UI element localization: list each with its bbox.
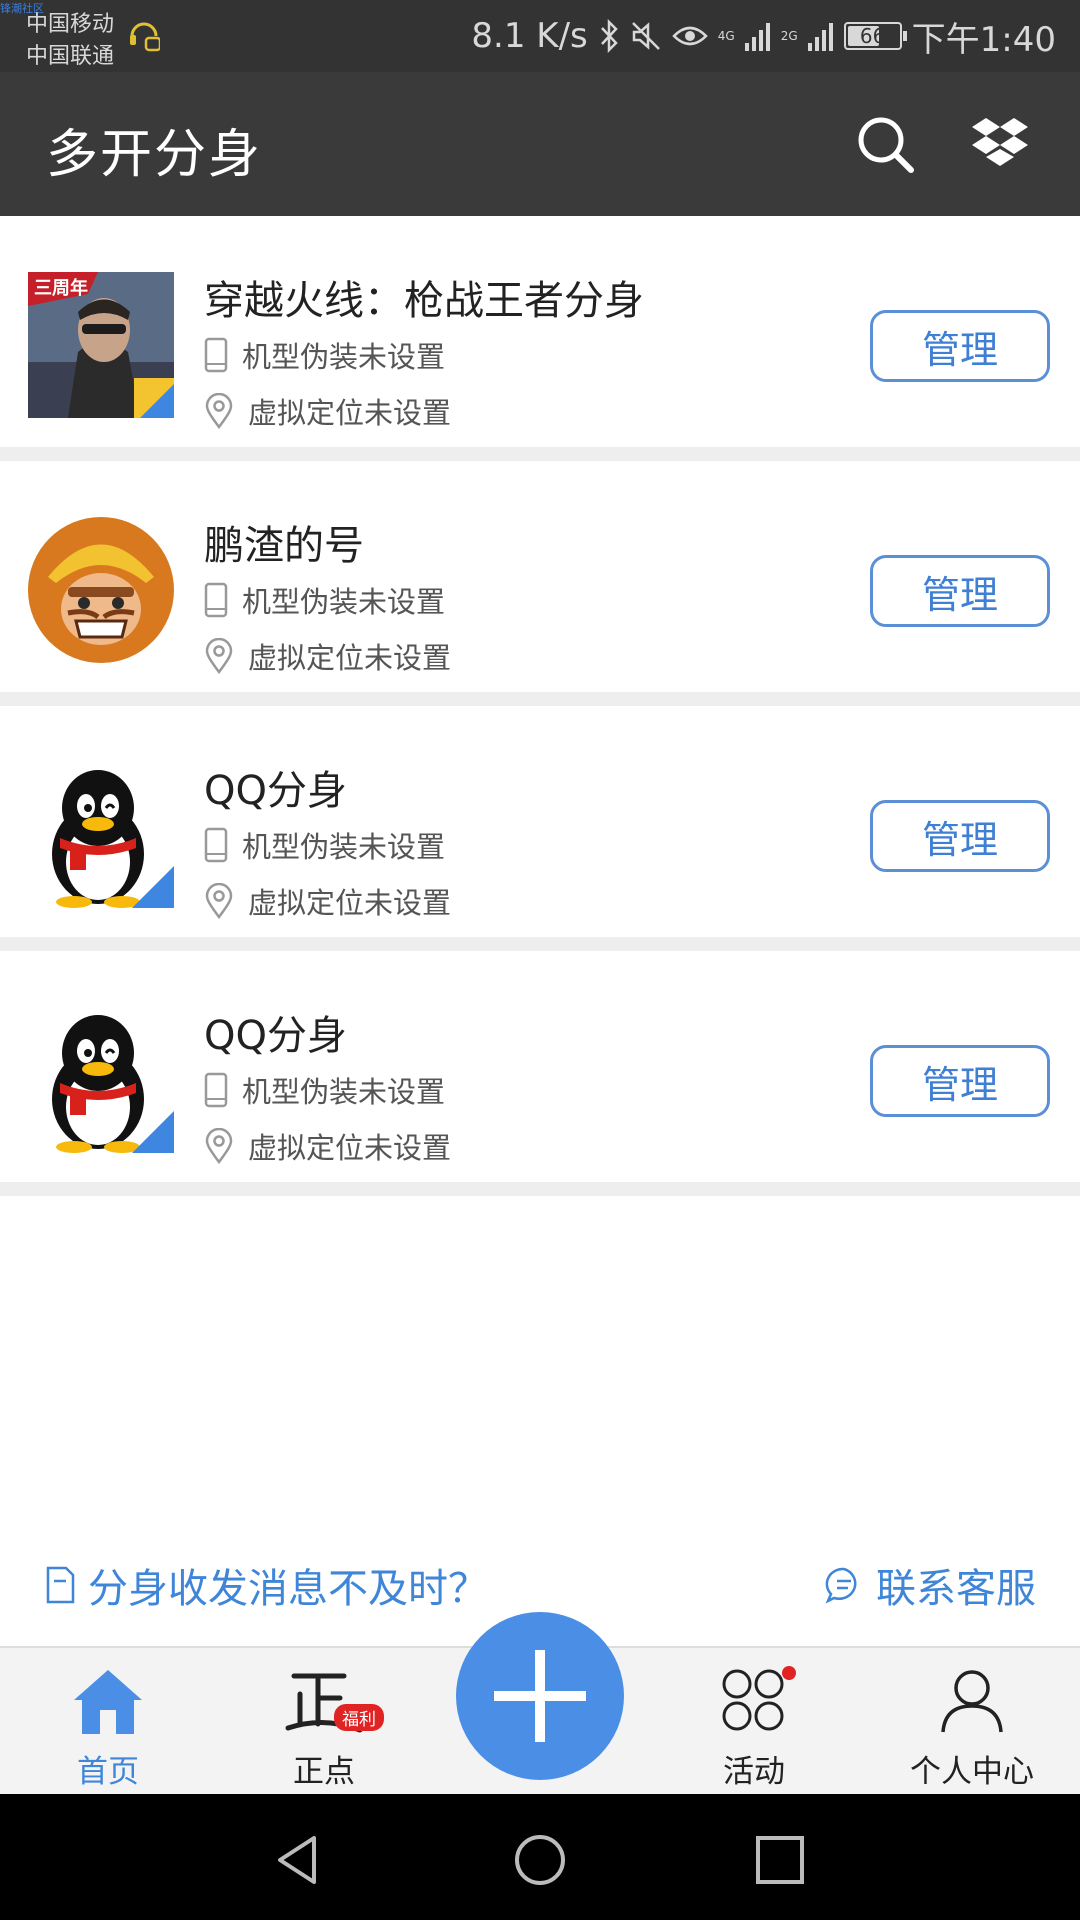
location-pin-icon <box>205 638 233 674</box>
device-disguise-text: 机型伪装未设置 <box>242 830 446 864</box>
phone-icon <box>204 827 228 863</box>
tab-zhengdian-label: 正点 <box>293 1754 355 1790</box>
tab-home[interactable]: 首页 <box>18 1666 198 1790</box>
device-disguise-status: 机型伪装未设置 <box>204 334 445 376</box>
status-bar: 锋潮社区 中国移动 中国联通 8.1 K/s 4G 2G 66 下午1:40 <box>0 0 1080 72</box>
signal-icon-1 <box>744 23 770 51</box>
clone-card[interactable]: QQ分身 机型伪装未设置 虚拟定位未设置 管理 <box>0 706 1080 951</box>
virtual-location-status: 虚拟定位未设置 <box>204 880 451 922</box>
system-nav-bar <box>0 1794 1080 1920</box>
dropbox-icon[interactable] <box>968 112 1032 176</box>
phone-icon <box>204 337 228 373</box>
virtual-location-status: 虚拟定位未设置 <box>204 390 451 432</box>
manage-button[interactable]: 管理 <box>870 555 1050 627</box>
virtual-location-status: 虚拟定位未设置 <box>204 1125 451 1167</box>
help-bar: 分身收发消息不及时？ 联系客服 <box>0 1548 1080 1618</box>
message-delay-question: 分身收发消息不及时？ <box>88 1566 488 1612</box>
clash-of-clans-icon <box>28 517 174 663</box>
person-icon <box>941 1670 1003 1733</box>
clone-card[interactable]: 三周年 穿越火线：枪战王者分身 机型伪装未设置 虚拟定位未设置 管理 <box>0 216 1080 461</box>
bluetooth-icon <box>600 19 618 53</box>
recent-apps-icon[interactable] <box>750 1830 810 1890</box>
device-disguise-text: 机型伪装未设置 <box>242 340 446 374</box>
add-clone-button[interactable] <box>456 1612 624 1780</box>
clock: 下午1:40 <box>911 19 1056 60</box>
headset-notification-icon <box>130 22 160 52</box>
cf-game-icon: 三周年 <box>28 272 174 418</box>
network-2g-label: 2G <box>780 29 798 43</box>
device-disguise-text: 机型伪装未设置 <box>242 585 446 619</box>
qq-penguin-icon <box>52 1015 174 1153</box>
home-icon <box>74 1670 142 1734</box>
mute-icon <box>631 22 660 50</box>
app-bar: 多开分身 <box>0 72 1080 216</box>
carrier-2: 中国联通 <box>26 44 115 69</box>
virtual-location-status: 虚拟定位未设置 <box>204 635 451 677</box>
tab-profile-label: 个人中心 <box>910 1754 1034 1790</box>
clone-list: 三周年 穿越火线：枪战王者分身 机型伪装未设置 虚拟定位未设置 管理 鹏渣的号 … <box>0 216 1080 1196</box>
device-disguise-status: 机型伪装未设置 <box>204 1069 445 1111</box>
phone-icon <box>204 582 228 618</box>
home-circle-icon[interactable] <box>510 1830 570 1890</box>
battery-level: 66 <box>859 24 886 48</box>
device-disguise-status: 机型伪装未设置 <box>204 579 445 621</box>
activity-circles-icon <box>722 1669 784 1731</box>
phone-icon <box>204 1072 228 1108</box>
manage-button[interactable]: 管理 <box>870 310 1050 382</box>
page-title: 多开分身 <box>46 125 263 185</box>
document-icon <box>46 1566 75 1604</box>
status-indicators: 8.1 K/s 4G 2G 66 下午1:40 <box>471 14 1056 60</box>
location-pin-icon <box>205 883 233 919</box>
message-delay-help-link[interactable]: 分身收发消息不及时？ <box>44 1556 488 1614</box>
clone-name: QQ分身 <box>204 1013 347 1059</box>
tab-profile[interactable]: 个人中心 <box>882 1666 1062 1790</box>
qq-penguin-icon <box>52 770 174 908</box>
manage-button[interactable]: 管理 <box>870 1045 1050 1117</box>
tab-home-label: 首页 <box>77 1754 139 1790</box>
clone-name: 穿越火线：枪战王者分身 <box>204 278 644 324</box>
tab-zhengdian[interactable]: 福利 正点 <box>234 1666 414 1790</box>
device-disguise-status: 机型伪装未设置 <box>204 824 445 866</box>
clone-name: 鹏渣的号 <box>204 523 364 569</box>
virtual-location-text: 虚拟定位未设置 <box>248 396 452 430</box>
network-speed: 8.1 K/s <box>471 16 588 56</box>
eye-comfort-icon <box>671 26 708 46</box>
back-icon[interactable] <box>270 1830 330 1890</box>
virtual-location-text: 虚拟定位未设置 <box>248 641 452 675</box>
fuli-badge: 福利 <box>334 1704 384 1731</box>
manage-button[interactable]: 管理 <box>870 800 1050 872</box>
tab-activity[interactable]: 活动 <box>664 1666 844 1790</box>
virtual-location-text: 虚拟定位未设置 <box>248 1131 452 1165</box>
contact-support-link[interactable]: 联系客服 <box>824 1556 1036 1614</box>
location-pin-icon <box>205 1128 233 1164</box>
battery-icon: 66 <box>843 22 907 50</box>
chat-bubble-icon <box>825 1567 857 1604</box>
virtual-location-text: 虚拟定位未设置 <box>248 886 452 920</box>
svg-text:三周年: 三周年 <box>34 277 88 298</box>
search-icon[interactable] <box>853 112 917 176</box>
device-disguise-text: 机型伪装未设置 <box>242 1075 446 1109</box>
tab-activity-label: 活动 <box>723 1754 785 1790</box>
clone-card[interactable]: 鹏渣的号 机型伪装未设置 虚拟定位未设置 管理 <box>0 461 1080 706</box>
clone-card[interactable]: QQ分身 机型伪装未设置 虚拟定位未设置 管理 <box>0 951 1080 1196</box>
location-pin-icon <box>205 393 233 429</box>
contact-support-label: 联系客服 <box>876 1566 1036 1612</box>
activity-notification-dot <box>782 1666 796 1680</box>
clone-name: QQ分身 <box>204 768 347 814</box>
signal-icon-2 <box>807 23 833 51</box>
network-4g-label: 4G <box>717 29 735 43</box>
carrier-1: 中国移动 <box>26 12 115 37</box>
